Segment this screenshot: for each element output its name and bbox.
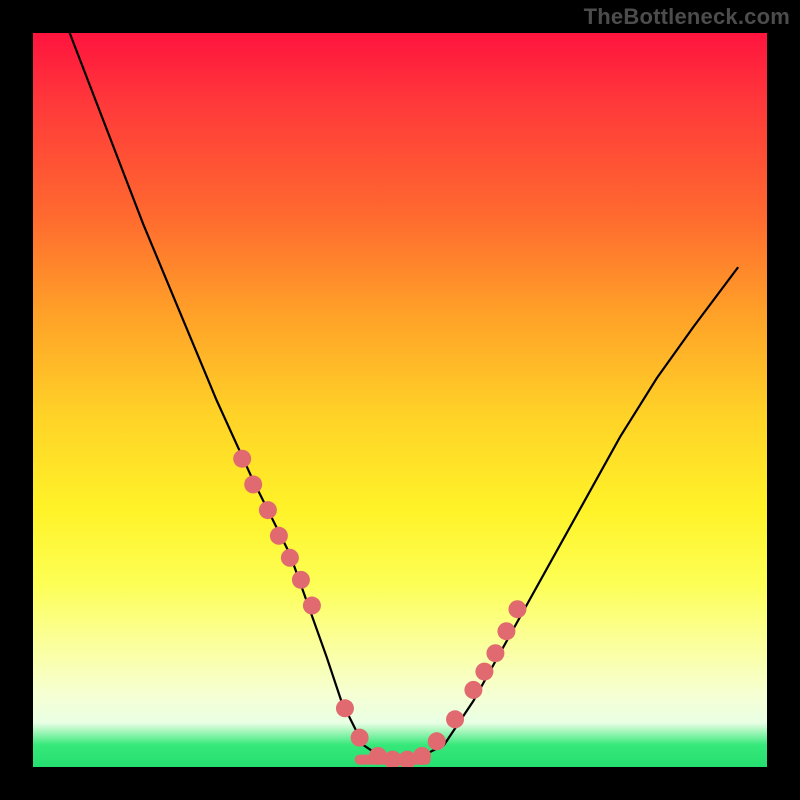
chart-svg (33, 33, 767, 767)
marker-dot (270, 527, 288, 545)
marker-dot (475, 663, 493, 681)
bottleneck-curve (70, 33, 738, 760)
marker-dot (508, 600, 526, 618)
marker-dot (446, 710, 464, 728)
marker-dot (244, 475, 262, 493)
watermark-text: TheBottleneck.com (584, 4, 790, 30)
marker-dot (259, 501, 277, 519)
marker-dot (428, 732, 446, 750)
marker-dot (351, 729, 369, 747)
marker-dot (413, 747, 431, 765)
plot-gradient-area (33, 33, 767, 767)
chart-frame: TheBottleneck.com (0, 0, 800, 800)
marker-dot (292, 571, 310, 589)
marker-dots-group (233, 450, 526, 767)
marker-dot (486, 644, 504, 662)
marker-dot (281, 549, 299, 567)
marker-dot (336, 699, 354, 717)
marker-dot (464, 681, 482, 699)
marker-dot (497, 622, 515, 640)
marker-dot (303, 597, 321, 615)
marker-dot (233, 450, 251, 468)
